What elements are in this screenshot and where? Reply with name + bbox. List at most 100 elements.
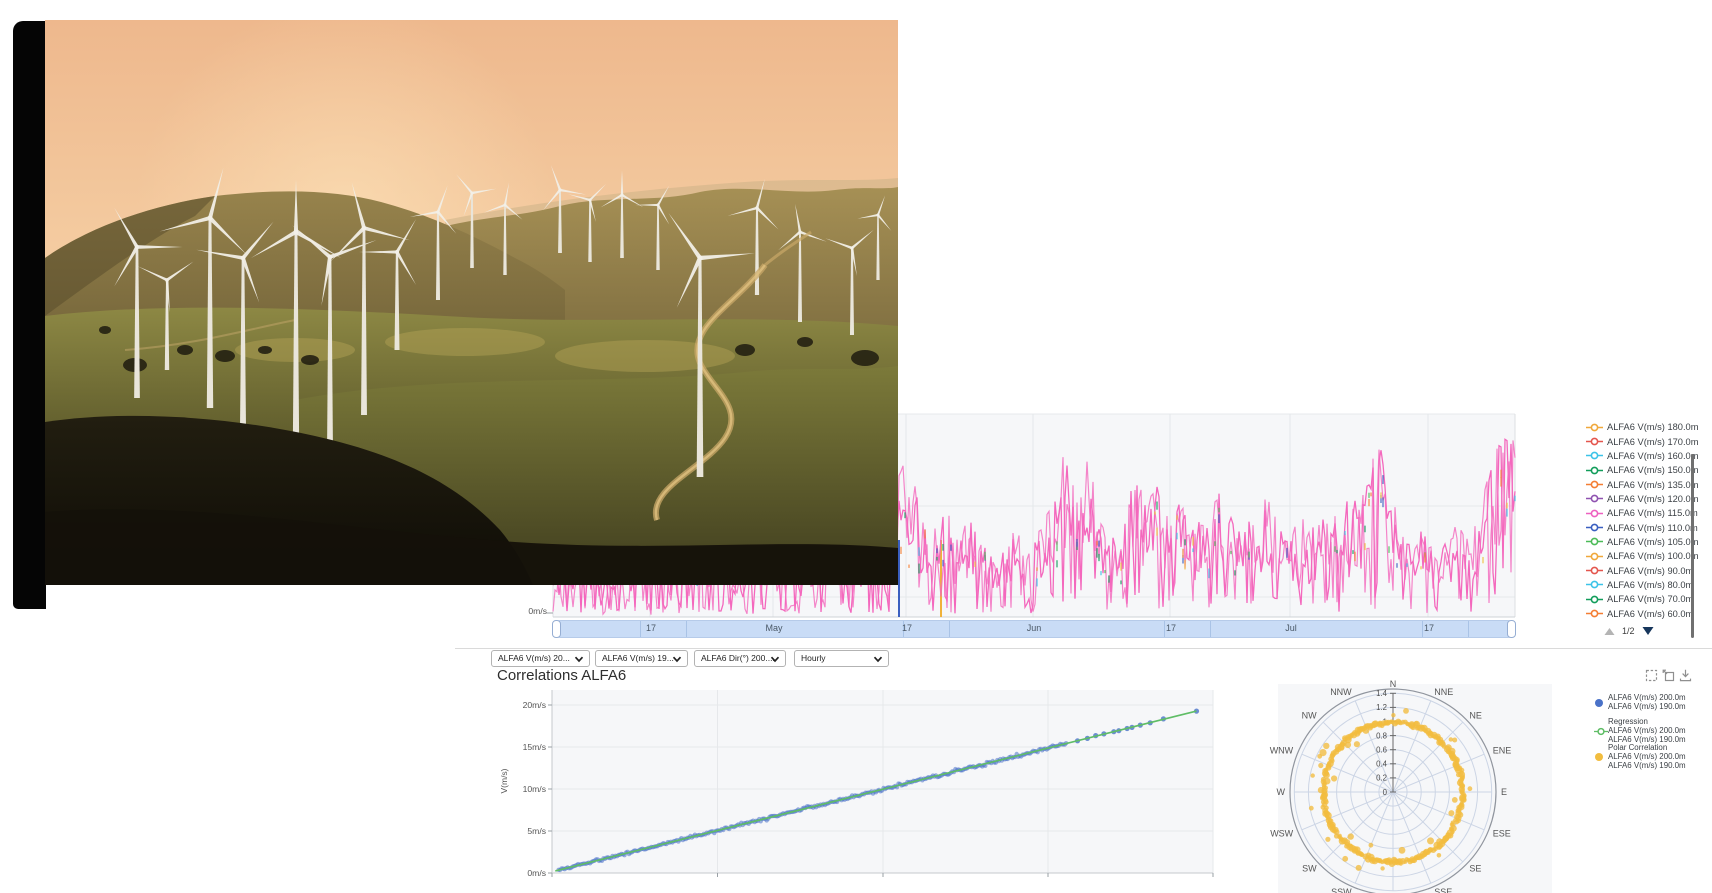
scrollbar-right-handle[interactable] [1507,620,1516,638]
timeline-divider [1210,621,1211,637]
series-label: ALFA6 V(m/s) 90.0m [1607,566,1693,576]
series-marker-icon [1586,595,1603,604]
series-label: ALFA6 V(m/s) 70.0m [1607,594,1693,604]
app-canvas: 20m/s15m/s10m/s5m/s0m/sV(m/s) 00.20.40.6… [0,0,1712,893]
series-label: ALFA6 V(m/s) 170.0m [1607,437,1698,447]
timeseries-legend-item[interactable]: ALFA6 V(m/s) 60.0m [1586,606,1708,620]
ts-y-axis-zero-label: 0m/s [503,606,547,616]
polar-correlation-chart[interactable]: 00.20.40.60.811.21.4NNNENEENEEESESESSESS… [1270,679,1552,893]
correlation-legend-item[interactable]: ALFA6 V(m/s) 200.0mALFA6 V(m/s) 190.0m [1608,694,1686,712]
series-label: ALFA6 V(m/s) 110.0m [1607,523,1698,533]
series-marker-icon [1586,423,1603,432]
series-marker-icon [1586,537,1603,546]
legend-page-down-icon[interactable] [1642,626,1654,636]
timeline-tick-label: May [765,623,782,633]
svg-text:0: 0 [1383,788,1388,797]
svg-text:WNW: WNW [1270,746,1294,756]
svg-text:SSE: SSE [1434,887,1452,893]
legend-page-indicator: 1/2 [1622,626,1635,636]
svg-text:0.4: 0.4 [1376,760,1388,769]
timeline-tick-label: 17 [902,623,912,633]
timeline-tick-label: Jun [1027,623,1042,633]
series-marker-icon [1586,523,1603,532]
svg-text:W: W [1277,787,1286,797]
selector-value: ALFA6 Dir(°) 200.... [701,651,775,666]
box-select-icon[interactable] [1645,669,1658,682]
svg-text:0.6: 0.6 [1376,746,1387,755]
svg-text:NNW: NNW [1330,687,1352,697]
series-label: ALFA6 V(m/s) 180.0m [1607,422,1698,432]
correlation-legend-item[interactable]: Polar CorrelationALFA6 V(m/s) 200.0mALFA… [1608,744,1686,770]
timeseries-legend-item[interactable]: ALFA6 V(m/s) 80.0m [1586,578,1708,592]
svg-text:1.4: 1.4 [1376,689,1388,698]
correlation-legend-item[interactable]: RegressionALFA6 V(m/s) 200.0mALFA6 V(m/s… [1608,718,1686,744]
series-label: ALFA6 V(m/s) 100.0m [1607,551,1698,561]
scrollbar-left-handle[interactable] [552,620,561,638]
timeseries-legend-item[interactable]: ALFA6 V(m/s) 180.0m [1586,420,1708,434]
selector-value: ALFA6 V(m/s) 19... [602,651,674,666]
section-divider [455,648,1712,649]
svg-text:0.2: 0.2 [1376,774,1387,783]
correlation-legend-label: ALFA6 V(m/s) 190.0m [1608,762,1686,771]
timeseries-legend-item[interactable]: ALFA6 V(m/s) 160.0m [1586,449,1708,463]
svg-text:V(m/s): V(m/s) [499,768,509,793]
svg-text:E: E [1501,787,1507,797]
timeseries-legend-item[interactable]: ALFA6 V(m/s) 170.0m [1586,434,1708,448]
timeseries-legend-item[interactable]: ALFA6 V(m/s) 100.0m [1586,549,1708,563]
timeline-divider [1422,621,1423,637]
timeseries-legend-item[interactable]: ALFA6 V(m/s) 120.0m [1586,492,1708,506]
selector-interval[interactable]: Hourly [794,650,889,667]
chevron-down-icon [873,656,883,663]
svg-text:1.2: 1.2 [1376,703,1387,712]
chevron-down-icon [770,656,780,663]
svg-text:ESE: ESE [1493,828,1511,838]
series-label: ALFA6 V(m/s) 115.0m [1607,508,1698,518]
series-label: ALFA6 V(m/s) 135.0m [1607,480,1698,490]
series-marker-icon [1586,580,1603,589]
series-dot-icon [1594,752,1604,762]
svg-text:15m/s: 15m/s [523,742,546,752]
series-marker-icon [1586,466,1603,475]
selector-secondary-series[interactable]: ALFA6 V(m/s) 19... [595,650,688,667]
timeline-divider [1468,621,1469,637]
series-dot-icon [1594,698,1604,708]
svg-text:NNE: NNE [1434,687,1453,697]
wind-farm-photo [45,20,898,585]
svg-text:NE: NE [1469,711,1482,721]
svg-text:0.8: 0.8 [1376,731,1387,740]
series-marker-icon [1586,509,1603,518]
timeseries-legend-item[interactable]: ALFA6 V(m/s) 105.0m [1586,535,1708,549]
series-marker-icon [1586,480,1603,489]
series-marker-icon [1586,566,1603,575]
legend-page-up-icon[interactable] [1604,627,1615,636]
series-marker-icon [1586,494,1603,503]
timeseries-legend-item[interactable]: ALFA6 V(m/s) 115.0m [1586,506,1708,520]
timeline-tick-label: 17 [1166,623,1176,633]
reset-view-icon[interactable] [1662,669,1675,682]
svg-text:SE: SE [1469,863,1481,873]
timeseries-legend: ALFA6 V(m/s) 180.0m ALFA6 V(m/s) 170.0m AL… [1586,420,1708,621]
timeline-divider [686,621,687,637]
download-icon[interactable] [1679,669,1692,682]
timeseries-legend-item[interactable]: ALFA6 V(m/s) 150.0m [1586,463,1708,477]
svg-text:5m/s: 5m/s [527,826,546,836]
series-label: ALFA6 V(m/s) 105.0m [1607,537,1698,547]
selector-direction-series[interactable]: ALFA6 Dir(°) 200.... [694,650,786,667]
timeseries-legend-item[interactable]: ALFA6 V(m/s) 110.0m [1586,520,1708,534]
series-label: ALFA6 V(m/s) 80.0m [1607,580,1693,590]
timeline-scrollbar[interactable]: 17May17Jun17Jul17 [552,620,1516,638]
legend-pager: 1/2 [1604,626,1654,636]
photo-black-mat [13,21,46,609]
series-marker-icon [1586,437,1603,446]
selector-primary-series[interactable]: ALFA6 V(m/s) 20... [491,650,590,667]
correlation-scatter-chart[interactable]: 20m/s15m/s10m/s5m/s0m/sV(m/s) [499,690,1213,878]
timeline-tick-label: Jul [1285,623,1297,633]
regression-marker-icon [1594,727,1608,736]
svg-text:0m/s: 0m/s [527,868,546,878]
legend-scrollbar[interactable] [1691,454,1694,638]
timeseries-legend-item[interactable]: ALFA6 V(m/s) 90.0m [1586,563,1708,577]
timeseries-legend-item[interactable]: ALFA6 V(m/s) 135.0m [1586,477,1708,491]
timeseries-legend-item[interactable]: ALFA6 V(m/s) 70.0m [1586,592,1708,606]
svg-text:NW: NW [1302,711,1317,721]
svg-text:SW: SW [1302,863,1317,873]
